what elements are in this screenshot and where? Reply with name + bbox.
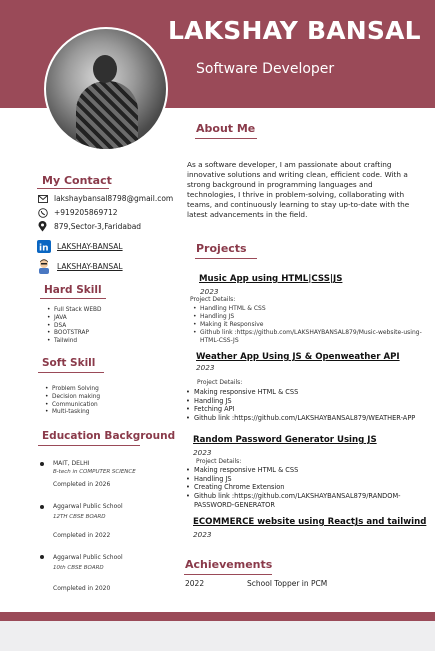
email-text: lakshaybansal8798@gmail.com	[54, 194, 174, 203]
hard-skill-item: DSA	[46, 323, 101, 331]
linkedin-icon: in	[36, 240, 51, 253]
education-school: Aggarwal Public School	[53, 503, 123, 510]
photo-body	[76, 81, 138, 149]
project-details-label: Project Details:	[190, 296, 236, 303]
education-school: MAIT, DELHI	[53, 460, 90, 467]
about-text: As a software developer, I am passionate…	[187, 160, 410, 219]
address-row: 879,Sector-3,Faridabad	[37, 221, 141, 232]
project-title: Weather App Using JS & Openweather API	[196, 352, 400, 362]
education-detail: 12TH CBSE BOARD	[53, 514, 106, 520]
mail-icon	[37, 193, 48, 204]
hard-skill-rule	[40, 298, 106, 299]
timeline-dot	[40, 462, 44, 466]
contact-rule	[37, 188, 109, 189]
project-point: Creating Chrome Extension	[186, 483, 418, 492]
project-point: Making responsive HTML & CSS	[186, 388, 418, 397]
project-point: Fetching API	[186, 405, 418, 414]
location-pin-icon	[37, 221, 48, 232]
timeline-dot	[40, 505, 44, 509]
project-link[interactable]: Github link :https://github.com/LAKSHAYB…	[186, 492, 418, 509]
education-detail: 10th CBSE BOARD	[53, 565, 104, 571]
education-heading: Education Background	[42, 430, 176, 442]
hard-skill-heading: Hard Skill	[44, 284, 102, 296]
github-row[interactable]: LAKSHAY-BANSAL	[36, 259, 123, 274]
phone-text: +919205869712	[54, 208, 118, 217]
education-status: Completed in 2026	[53, 481, 111, 488]
phone-row[interactable]: +919205869712	[37, 207, 118, 218]
soft-skill-heading: Soft Skill	[42, 357, 96, 369]
projects-rule	[195, 258, 257, 259]
project-points: Making responsive HTML & CSS Handling JS…	[186, 388, 418, 423]
project-point: Making responsive HTML & CSS	[186, 466, 418, 475]
project-title: Random Password Generator Using JS	[193, 435, 377, 445]
project-year: 2023	[193, 530, 212, 539]
svg-text:in: in	[39, 244, 49, 254]
developer-avatar-icon	[36, 259, 51, 274]
achievements-heading: Achievements	[185, 558, 273, 571]
profile-photo	[44, 27, 168, 151]
phone-icon	[37, 207, 48, 218]
soft-skill-rule	[38, 372, 104, 373]
project-title: Music App using HTML|CSS|JS	[199, 274, 343, 284]
project-points: Handling HTML & CSS Handling JS Making i…	[193, 305, 423, 345]
project-point: Handling JS	[193, 313, 423, 321]
project-link[interactable]: Github link :https://github.com/LAKSHAYB…	[186, 414, 418, 423]
hard-skill-item: Full Stack WEBD	[46, 307, 101, 315]
candidate-role: Software Developer	[196, 61, 335, 77]
email-row[interactable]: lakshaybansal8798@gmail.com	[37, 193, 173, 204]
education-status: Completed in 2020	[53, 585, 111, 592]
hard-skill-item: JAVA	[46, 315, 101, 323]
education-rule	[38, 445, 140, 446]
footer-margin	[0, 621, 435, 651]
footer-band	[0, 612, 435, 621]
project-details-label: Project Details:	[196, 458, 242, 465]
project-point: Making it Responsive	[193, 321, 423, 329]
candidate-name: LAKSHAY BANSAL	[168, 16, 421, 45]
about-heading: About Me	[196, 122, 256, 135]
project-year: 2023	[200, 287, 219, 296]
contact-heading: My Contact	[42, 174, 112, 187]
hard-skill-item: BOOTSTRAP	[46, 330, 101, 338]
projects-heading: Projects	[196, 242, 247, 255]
project-point: Handling HTML & CSS	[193, 305, 423, 313]
soft-skill-list: Problem Solving Decision making Communic…	[44, 386, 100, 417]
hard-skill-list: Full Stack WEBD JAVA DSA BOOTSTRAP Tailw…	[46, 307, 101, 346]
project-year: 2023	[193, 448, 212, 457]
project-link[interactable]: Github link :https://github.com/LAKSHAYB…	[193, 329, 423, 345]
timeline-dot	[40, 555, 44, 559]
education-detail: B-tech in COMPUTER SCIENCE	[53, 469, 136, 475]
soft-skill-item: Problem Solving	[44, 386, 100, 394]
soft-skill-item: Decision making	[44, 394, 100, 402]
achievements-rule	[184, 574, 272, 575]
soft-skill-item: Communication	[44, 402, 100, 410]
linkedin-row[interactable]: in LAKSHAY-BANSAL	[36, 240, 123, 253]
education-school: Aggarwal Public School	[53, 554, 123, 561]
project-details-label: Project Details:	[197, 379, 243, 386]
achievement-year: 2022	[185, 579, 205, 588]
hard-skill-item: Tailwind	[46, 338, 101, 346]
achievement-text: School Topper in PCM	[247, 579, 328, 588]
linkedin-link[interactable]: LAKSHAY-BANSAL	[57, 242, 123, 251]
soft-skill-item: Multi-tasking	[44, 409, 100, 417]
photo-head	[93, 55, 117, 83]
project-point: Handling JS	[186, 475, 418, 484]
about-rule	[195, 138, 257, 139]
project-point: Handling JS	[186, 397, 418, 406]
project-year: 2023	[196, 363, 215, 372]
project-title: ECOMMERCE website using ReactJs and tail…	[193, 517, 427, 527]
project-points: Making responsive HTML & CSS Handling JS…	[186, 466, 418, 510]
github-link[interactable]: LAKSHAY-BANSAL	[57, 262, 123, 271]
address-text: 879,Sector-3,Faridabad	[54, 222, 142, 231]
education-status: Completed in 2022	[53, 532, 111, 539]
